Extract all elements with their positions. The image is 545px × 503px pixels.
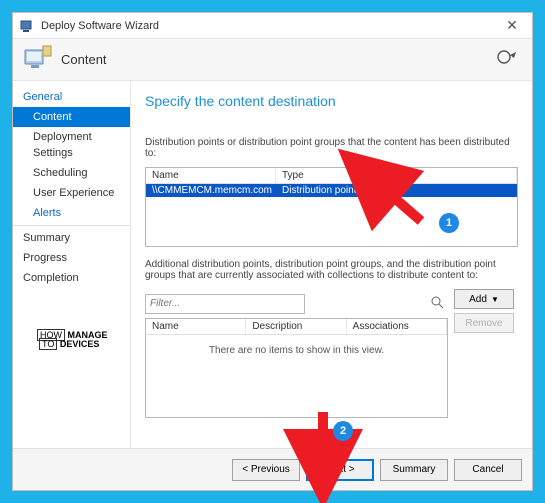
content-icon	[23, 42, 53, 77]
empty-message: There are no items to show in this view.	[146, 335, 447, 417]
next-button[interactable]: Next >	[306, 459, 374, 481]
col-assoc[interactable]: Associations	[347, 319, 447, 334]
previous-button[interactable]: < Previous	[232, 459, 300, 481]
col-desc[interactable]: Description	[246, 319, 346, 334]
distributed-list: Name Type \\CMMEMCM.memcm.com Distributi…	[145, 167, 518, 247]
chevron-down-icon: ▼	[491, 295, 499, 304]
sidebar-item-general[interactable]: General	[13, 87, 130, 107]
remove-label: Remove	[465, 318, 502, 329]
additional-grid: Name Description Associations There are …	[145, 318, 448, 418]
wizard-header: Content	[13, 39, 532, 81]
filter-input[interactable]	[145, 294, 305, 314]
app-icon	[19, 18, 35, 34]
page-title: Specify the content destination	[145, 93, 518, 109]
assist-icon[interactable]	[496, 49, 518, 76]
filter-bar	[145, 293, 448, 314]
cancel-button[interactable]: Cancel	[454, 459, 522, 481]
summary-button[interactable]: Summary	[380, 459, 448, 481]
list-header: Name Type	[146, 168, 517, 184]
annotation-badge-2: 2	[333, 421, 353, 441]
footer: < Previous Next > Summary Cancel	[13, 448, 532, 490]
header-title: Content	[61, 52, 107, 67]
title-bar: Deploy Software Wizard ✕	[13, 13, 532, 39]
sidebar-item-progress[interactable]: Progress	[13, 248, 130, 268]
cell-type: Distribution point	[276, 184, 517, 197]
sidebar-item-scheduling[interactable]: Scheduling	[13, 163, 130, 183]
distributed-description: Distribution points or distribution poin…	[145, 137, 518, 159]
remove-button: Remove	[454, 313, 514, 333]
sidebar-item-user-experience[interactable]: User Experience	[13, 183, 130, 203]
main-panel: Specify the content destination Distribu…	[131, 81, 532, 448]
search-icon[interactable]	[431, 296, 444, 314]
nav-sidebar: GeneralContentDeployment SettingsSchedul…	[13, 81, 131, 448]
sidebar-item-alerts[interactable]: Alerts	[13, 203, 130, 223]
col-name2[interactable]: Name	[146, 319, 246, 334]
annotation-badge-1: 1	[439, 213, 459, 233]
wizard-body: GeneralContentDeployment SettingsSchedul…	[13, 81, 532, 448]
close-icon: ✕	[506, 17, 518, 34]
window-title: Deploy Software Wizard	[41, 20, 159, 32]
add-button[interactable]: Add ▼	[454, 289, 514, 309]
additional-description: Additional distribution points, distribu…	[145, 259, 518, 281]
table-row[interactable]: \\CMMEMCM.memcm.com Distribution point	[146, 184, 517, 197]
watermark-logo: HOW MANAGE TO DEVICES	[37, 331, 108, 349]
cell-name: \\CMMEMCM.memcm.com	[146, 184, 276, 197]
sidebar-item-summary[interactable]: Summary	[13, 228, 130, 248]
add-label: Add	[469, 294, 487, 305]
deploy-software-wizard-dialog: Deploy Software Wizard ✕ Content General…	[12, 12, 533, 491]
sidebar-item-completion[interactable]: Completion	[13, 268, 130, 288]
col-name[interactable]: Name	[146, 168, 276, 183]
sidebar-item-content[interactable]: Content	[13, 107, 130, 127]
col-type[interactable]: Type	[276, 168, 517, 183]
close-button[interactable]: ✕	[492, 13, 532, 37]
sidebar-item-deployment-settings[interactable]: Deployment Settings	[13, 127, 130, 163]
